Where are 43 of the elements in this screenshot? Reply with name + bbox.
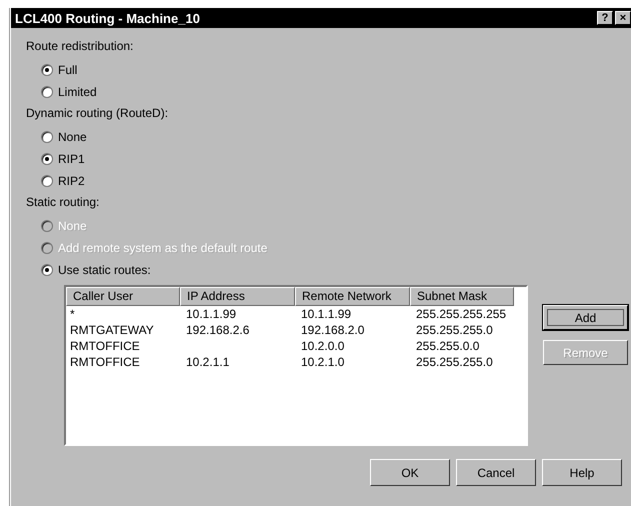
section-label: Route redistribution:: [26, 38, 134, 55]
radio-label: RIP1: [58, 152, 85, 166]
table-cell: 255.255.255.255: [416, 307, 506, 321]
radio-button[interactable]: [41, 175, 53, 187]
add-button[interactable]: Add: [543, 305, 628, 330]
column-header[interactable]: Remote Network: [295, 287, 410, 306]
table-cell: RMTOFFICE: [70, 339, 140, 353]
window-title: LCL400 Routing - Machine_10: [15, 10, 200, 26]
table-cell: 255.255.255.0: [416, 323, 493, 337]
table-cell: 255.255.0.0: [416, 339, 480, 353]
column-header[interactable]: IP Address: [180, 287, 295, 306]
radio-button[interactable]: [41, 264, 53, 276]
column-header[interactable]: Subnet Mask: [410, 287, 514, 306]
table-cell: RMTOFFICE: [70, 355, 140, 369]
radio-label: Use static routes:: [58, 263, 151, 277]
section-label: Static routing:: [26, 194, 100, 211]
table-cell: *: [70, 307, 75, 321]
table-cell: 10.2.1.1: [186, 355, 230, 369]
radio-button[interactable]: [41, 131, 53, 143]
table-cell: 10.1.1.99: [301, 307, 352, 321]
radio-label: Add remote system as the default route: [58, 241, 268, 255]
radio-label: Limited: [58, 85, 97, 99]
radio-label: None: [58, 130, 87, 144]
cancel-button[interactable]: Cancel: [456, 459, 536, 486]
section-label: Dynamic routing (RouteD):: [26, 105, 170, 122]
radio-button[interactable]: [41, 64, 53, 76]
radio-label: Full: [58, 63, 78, 77]
column-header[interactable]: Caller User: [66, 287, 180, 306]
radio-button[interactable]: [41, 86, 53, 98]
table-cell: 10.2.0.0: [301, 339, 344, 353]
table-cell: 10.1.1.99: [186, 307, 236, 321]
help-button[interactable]: ?: [597, 11, 613, 25]
table-cell: RMTGATEWAY: [70, 323, 154, 337]
radio-button[interactable]: [41, 153, 53, 165]
radio-label: RIP2: [58, 174, 85, 188]
help-button[interactable]: Help: [542, 459, 622, 486]
close-button[interactable]: ×: [615, 11, 631, 25]
ok-button[interactable]: OK: [370, 459, 450, 486]
table-cell: 10.2.1.0: [301, 355, 344, 369]
table-cell: 255.255.255.0: [416, 355, 493, 369]
table-cell: 192.168.2.6: [186, 323, 250, 337]
radio-label: None: [58, 219, 87, 233]
table-cell: 192.168.2.0: [301, 323, 364, 337]
